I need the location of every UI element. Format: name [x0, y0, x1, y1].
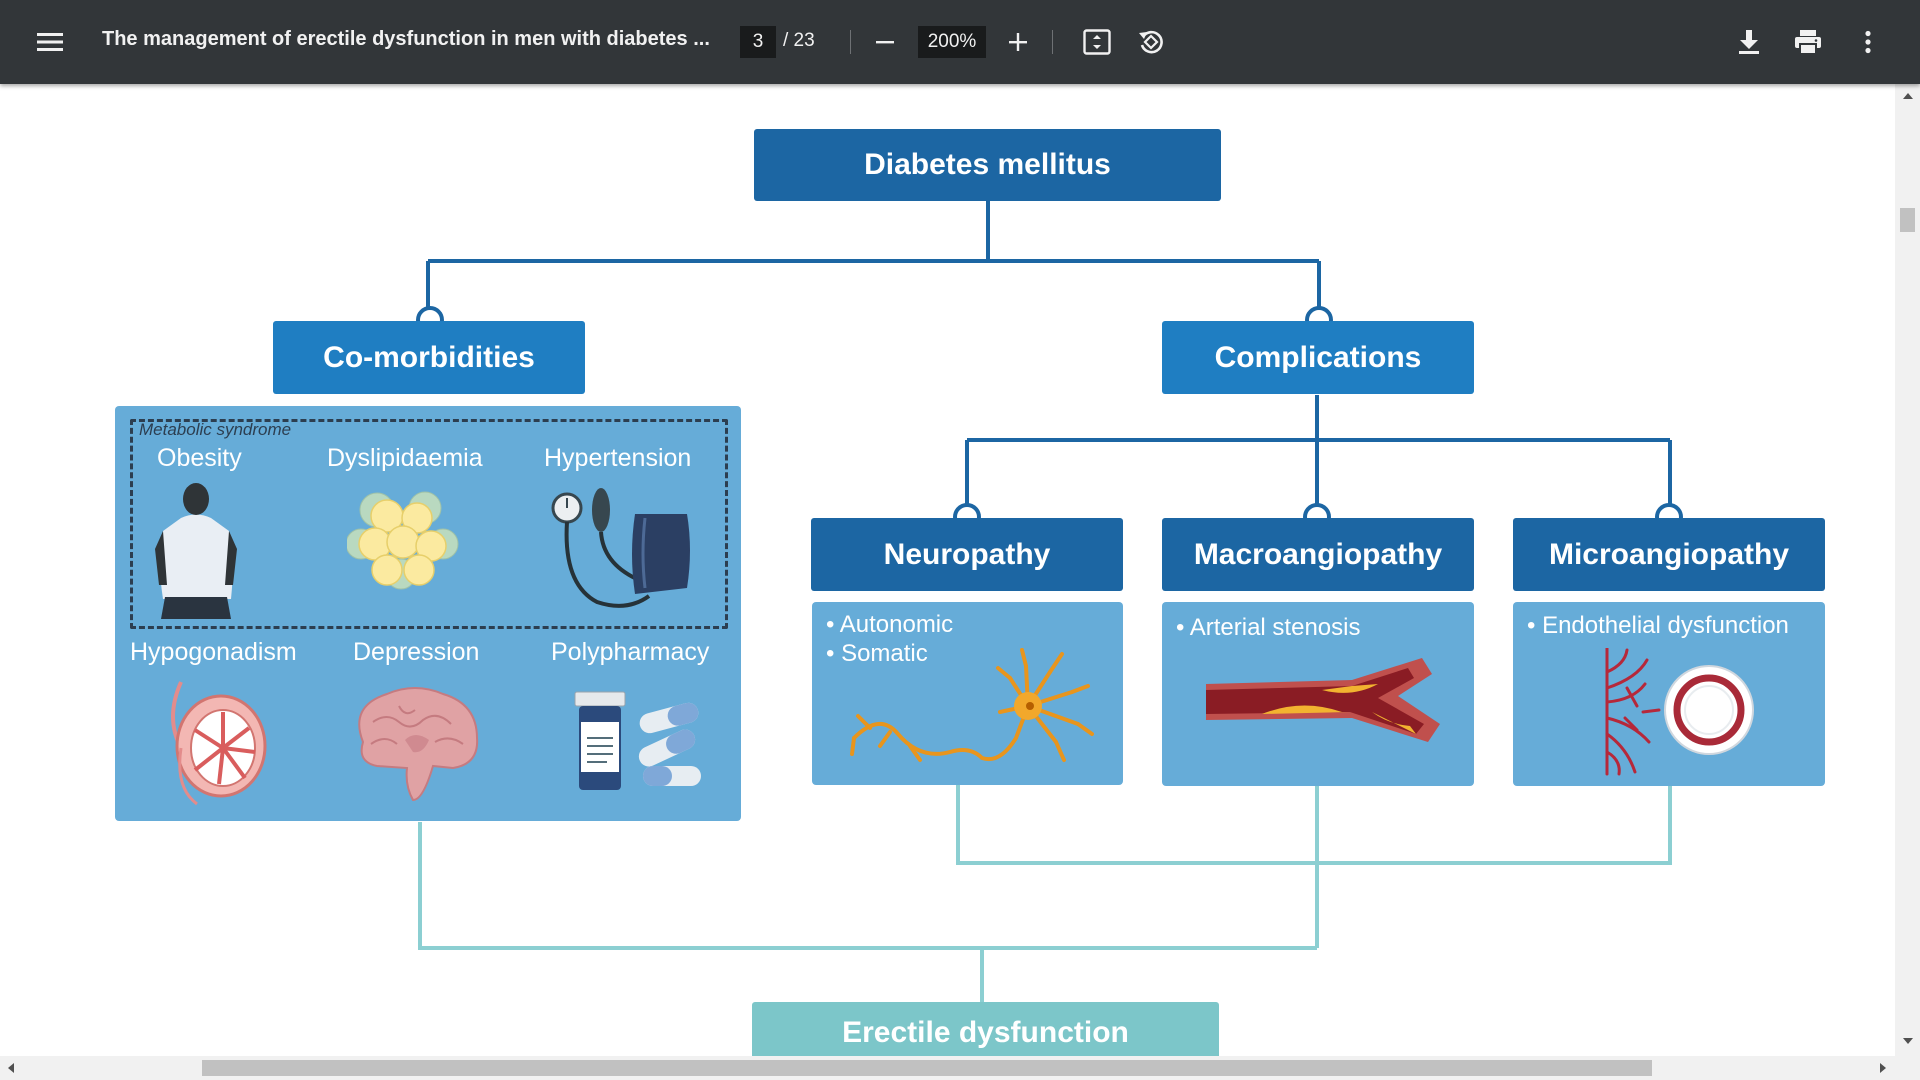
pdf-page: Diabetes mellitus Co-morbidities Metabol… [0, 84, 1895, 1056]
plus-icon[interactable] [996, 20, 1040, 64]
scroll-left-arrow-icon[interactable] [8, 1063, 14, 1073]
bullet-endothelial-dysfunction: • Endothelial dysfunction [1527, 612, 1789, 639]
blood-pressure-monitor-icon [551, 488, 690, 608]
testis-anatomy-icon [171, 681, 267, 806]
horizontal-scrollbar[interactable] [0, 1056, 1920, 1080]
node-macroangiopathy: Macroangiopathy [1162, 518, 1474, 591]
document-title: The management of erectile dysfunction i… [102, 28, 710, 50]
obese-person-icon [155, 483, 237, 619]
brain-icon [358, 687, 479, 802]
minus-icon[interactable] [863, 20, 907, 64]
pdf-viewer: Diabetes mellitus Co-morbidities Metabol… [0, 84, 1920, 1080]
label-obesity: Obesity [157, 444, 242, 472]
comorbidities-panel: Metabolic syndrome Obesity Dyslipidaemia… [115, 406, 741, 821]
vertical-scroll-thumb[interactable] [1900, 208, 1915, 232]
label-polypharmacy: Polypharmacy [551, 638, 710, 666]
toolbar-divider [1052, 30, 1053, 54]
pdf-toolbar: The management of erectile dysfunction i… [0, 0, 1920, 84]
label-hypogonadism: Hypogonadism [130, 638, 297, 666]
capillary-endothelium-illustration-icon [1605, 648, 1754, 776]
rotate-counterclockwise-icon[interactable] [1129, 20, 1173, 64]
fit-to-page-icon[interactable] [1075, 20, 1119, 64]
zoom-level-input[interactable] [918, 26, 986, 58]
node-microangiopathy: Microangiopathy [1513, 518, 1825, 591]
scroll-down-arrow-icon[interactable] [1903, 1038, 1913, 1044]
printer-icon[interactable] [1786, 20, 1830, 64]
stenosed-artery-illustration-icon [1206, 658, 1440, 742]
hamburger-menu-icon[interactable] [28, 20, 72, 64]
label-hypertension: Hypertension [544, 444, 692, 472]
more-vertical-icon[interactable] [1846, 20, 1890, 64]
bullet-arterial-stenosis: • Arterial stenosis [1176, 614, 1361, 641]
node-complications: Complications [1162, 321, 1474, 394]
macroangiopathy-panel: • Arterial stenosis [1162, 602, 1474, 786]
neuron-illustration-icon [850, 648, 1094, 762]
microangiopathy-panel: • Endothelial dysfunction [1513, 602, 1825, 786]
node-erectile-dysfunction: Erectile dysfunction [752, 1002, 1219, 1056]
metabolic-syndrome-label: Metabolic syndrome [139, 420, 292, 439]
pill-bottle-icon [574, 691, 701, 790]
download-icon[interactable] [1727, 20, 1771, 64]
neuropathy-panel: • Autonomic • Somatic [812, 602, 1123, 785]
toolbar-divider [850, 30, 851, 54]
horizontal-scroll-thumb[interactable] [202, 1060, 1652, 1076]
bullet-autonomic: • Autonomic [826, 611, 954, 638]
node-neuropathy: Neuropathy [811, 518, 1123, 591]
label-depression: Depression [353, 638, 480, 666]
page-total: / 23 [783, 30, 815, 51]
vertical-scrollbar[interactable] [1895, 84, 1920, 1056]
scroll-right-arrow-icon[interactable] [1880, 1063, 1886, 1073]
node-comorbidities: Co-morbidities [273, 321, 585, 394]
page-number-input[interactable] [740, 26, 776, 58]
label-dyslipidaemia: Dyslipidaemia [327, 444, 483, 472]
scroll-up-arrow-icon[interactable] [1903, 93, 1913, 99]
fat-cells-icon [347, 491, 459, 590]
node-diabetes-mellitus: Diabetes mellitus [754, 129, 1221, 201]
